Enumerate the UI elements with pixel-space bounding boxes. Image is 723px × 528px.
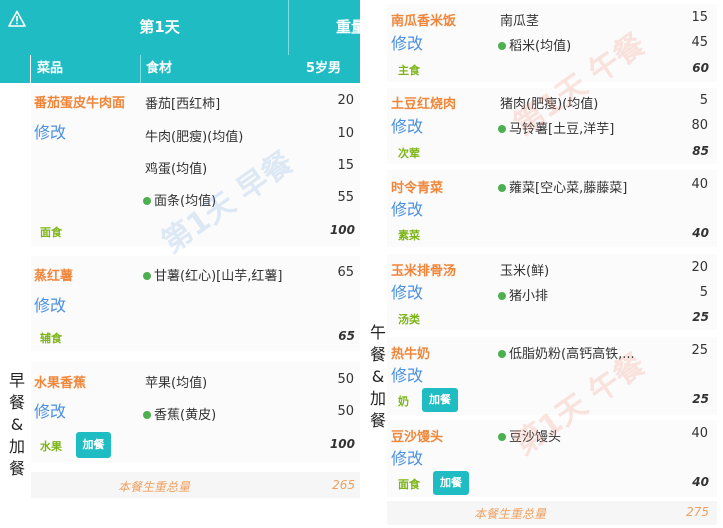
edit-link[interactable]: 修改	[391, 362, 423, 386]
green-dot-icon	[498, 350, 506, 358]
dish-name: 土豆红烧肉	[391, 97, 457, 112]
edit-link[interactable]: 修改	[391, 196, 423, 220]
meal-label-lunch: 午餐&加餐	[369, 323, 386, 430]
ingredient-qty: 20	[337, 93, 354, 108]
green-dot-icon	[498, 184, 506, 192]
dish-name: 水果香蕉	[34, 376, 87, 391]
add-meal-button[interactable]: 加餐	[76, 432, 111, 458]
breakfast-panel: 第1天 重量 菜品 食材 5岁男 早餐&加餐 番茄蛋皮牛肉面 修改 番茄[西红柿…	[0, 0, 360, 528]
dish-name: 南瓜香米饭	[391, 14, 457, 29]
meal-label-breakfast: 早餐&加餐	[8, 371, 25, 478]
column-divider	[140, 55, 141, 83]
dish-tag: 水果	[40, 440, 62, 453]
ingredient-name: 猪小排	[509, 289, 549, 304]
ingredient-name: 玉米(鲜)	[500, 264, 550, 279]
ingredient-qty: 5	[699, 93, 708, 108]
ingredient-qty: 50	[337, 372, 354, 387]
dish-name: 蒸红薯	[34, 269, 74, 284]
green-dot-icon	[498, 433, 506, 441]
dish-name: 时令青菜	[391, 181, 444, 196]
meal-total-label: 本餐生重总量	[474, 507, 547, 521]
dish-tag: 面食	[40, 226, 62, 239]
edit-link[interactable]: 修改	[34, 119, 66, 143]
ingredient-name: 稻米(均值)	[509, 39, 572, 54]
ingredient-name: 番茄[西红柿]	[145, 97, 221, 112]
ingredient-name: 蕹菜[空心菜,藤藤菜]	[509, 181, 628, 196]
dish-subtotal: 25	[692, 392, 709, 406]
ingredient-qty: 25	[691, 343, 708, 358]
edit-link[interactable]: 修改	[391, 445, 423, 469]
green-dot-icon	[143, 197, 151, 205]
dish-subtotal: 40	[692, 226, 709, 240]
ingredient-qty: 50	[337, 404, 354, 419]
meal-total-label: 本餐生重总量	[118, 480, 191, 494]
add-meal-button[interactable]: 加餐	[422, 388, 458, 412]
ingredient-name: 香蕉(黄皮)	[154, 408, 217, 423]
ingredient-qty: 20	[691, 260, 708, 275]
edit-link[interactable]: 修改	[391, 113, 423, 137]
dish-tag: 汤类	[398, 313, 420, 326]
dish-tag: 辅食	[40, 332, 62, 345]
ingredient-name: 牛肉(肥瘦)(均值)	[145, 130, 244, 145]
ingredient-qty: 80	[691, 118, 708, 133]
ingredient-item: 甘薯(红心)[山芋,红薯]	[143, 265, 282, 284]
ingredient-item: 蕹菜[空心菜,藤藤菜]	[498, 177, 627, 196]
warning-triangle-icon[interactable]	[8, 10, 26, 28]
lunch-panel: 午餐&加餐 南瓜香米饭 修改 南瓜茎 15 稻米(均值) 45 主食 60 土豆…	[362, 0, 723, 528]
dish-subtotal: 100	[329, 223, 355, 237]
dish-subtotal: 60	[692, 61, 709, 75]
ingredient-qty: 15	[691, 10, 708, 25]
ingredient-qty: 55	[337, 190, 354, 205]
column-ingredient: 食材	[146, 61, 173, 76]
dish-name: 热牛奶	[391, 347, 431, 362]
meal-total-value: 265	[332, 478, 355, 492]
column-age: 5岁男	[306, 61, 342, 76]
warning-cell	[0, 0, 31, 83]
dish-tag: 奶	[398, 395, 409, 408]
ingredient-item: 稻米(均值)	[498, 35, 571, 54]
green-dot-icon	[143, 411, 151, 419]
dish-name: 番茄蛋皮牛肉面	[34, 96, 126, 111]
dish-name: 玉米排骨汤	[391, 264, 457, 279]
dish-tag: 次荤	[398, 147, 420, 160]
dish-tag: 主食	[398, 64, 420, 77]
day-title: 第1天	[139, 18, 180, 36]
add-meal-button[interactable]: 加餐	[433, 471, 469, 495]
dish-subtotal: 65	[338, 329, 355, 343]
meal-total-value: 275	[686, 505, 709, 519]
green-dot-icon	[498, 125, 506, 133]
column-divider	[30, 55, 31, 83]
ingredient-qty: 15	[337, 158, 354, 173]
ingredient-qty: 5	[699, 285, 708, 300]
ingredient-qty: 65	[337, 265, 354, 280]
edit-link[interactable]: 修改	[391, 279, 423, 303]
dish-subtotal: 100	[329, 437, 355, 451]
edit-link[interactable]: 修改	[34, 398, 66, 422]
column-dish: 菜品	[37, 61, 64, 76]
ingredient-qty: 45	[691, 35, 708, 50]
ingredient-name: 甘薯(红心)[山芋,红薯]	[154, 269, 283, 284]
green-dot-icon	[498, 42, 506, 50]
edit-link[interactable]: 修改	[34, 292, 66, 316]
edit-link[interactable]: 修改	[391, 30, 423, 54]
ingredient-item: 香蕉(黄皮)	[143, 404, 216, 423]
ingredient-qty: 10	[337, 126, 354, 141]
ingredient-name: 鸡蛋(均值)	[145, 162, 208, 177]
ingredient-qty: 40	[691, 426, 708, 441]
weight-header: 重量	[336, 18, 360, 36]
ingredient-item: 猪小排	[498, 285, 548, 304]
dish-subtotal: 25	[692, 310, 709, 324]
ingredient-name: 南瓜茎	[500, 14, 540, 29]
dish-tag: 素菜	[398, 229, 420, 242]
green-dot-icon	[143, 272, 151, 280]
dish-subtotal: 85	[692, 144, 709, 158]
ingredient-qty: 40	[691, 177, 708, 192]
dish-subtotal: 40	[692, 475, 709, 489]
green-dot-icon	[498, 292, 506, 300]
dish-name: 豆沙馒头	[391, 430, 444, 445]
ingredient-name: 苹果(均值)	[145, 376, 208, 391]
dish-tag: 面食	[398, 478, 420, 491]
